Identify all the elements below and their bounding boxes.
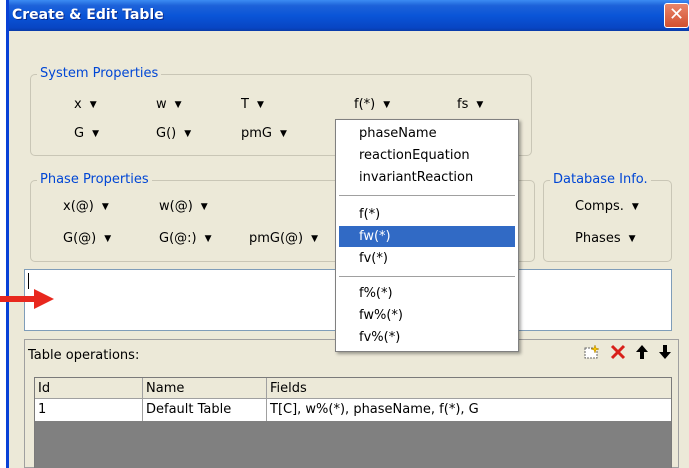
menu-item-fv[interactable]: fv(*) <box>339 248 515 269</box>
system-prop-T[interactable]: T ▼ <box>241 97 264 112</box>
prop-label: G() <box>156 126 177 141</box>
menu-item-f-percent[interactable]: f%(*) <box>339 283 515 304</box>
new-table-icon[interactable] <box>583 344 601 364</box>
prop-label: pmG(@) <box>249 231 304 246</box>
chevron-down-icon: ▼ <box>101 202 109 212</box>
chevron-down-icon: ▼ <box>476 100 484 110</box>
prop-label: pmG <box>241 126 272 141</box>
prop-label: Phases <box>575 231 621 246</box>
prop-label: fs <box>457 97 469 112</box>
close-button[interactable]: ✕ <box>664 3 689 28</box>
table-row[interactable]: 1 Default Table T[C], w%(*), phaseName, … <box>35 399 671 421</box>
system-prop-w[interactable]: w ▼ <box>156 97 182 112</box>
move-down-icon[interactable] <box>658 344 672 364</box>
table-operations-panel: Table operations: Id Name Fields 1 Defau… <box>24 339 679 468</box>
prop-label: Comps. <box>575 199 624 214</box>
row-fields: T[C], w%(*), phaseName, f(*), G <box>270 402 479 417</box>
phase-prop-x[interactable]: x(@) ▼ <box>63 199 109 214</box>
chevron-down-icon: ▼ <box>200 202 208 212</box>
phase-prop-w[interactable]: w(@) ▼ <box>159 199 208 214</box>
chevron-down-icon: ▼ <box>256 100 264 110</box>
prop-label: G <box>74 126 85 141</box>
phase-prop-G-colon[interactable]: G(@:) ▼ <box>159 231 212 246</box>
menu-item-fw[interactable]: fw(*) <box>339 226 515 247</box>
phase-properties-legend: Phase Properties <box>37 172 152 187</box>
phase-prop-G[interactable]: G(@) ▼ <box>63 231 111 246</box>
title-bar[interactable]: Create & Edit Table ✕ <box>9 0 689 31</box>
move-up-icon[interactable] <box>635 344 649 364</box>
window-title: Create & Edit Table <box>12 7 164 23</box>
system-prop-G[interactable]: G ▼ <box>74 126 99 141</box>
chevron-down-icon: ▼ <box>311 234 319 244</box>
database-comps[interactable]: Comps. ▼ <box>575 199 639 214</box>
chevron-down-icon: ▼ <box>628 234 636 244</box>
chevron-down-icon: ▼ <box>184 129 192 139</box>
chevron-down-icon: ▼ <box>383 100 391 110</box>
system-properties-legend: System Properties <box>37 66 162 81</box>
database-info-legend: Database Info. <box>550 172 651 187</box>
delete-icon[interactable] <box>610 344 626 364</box>
row-id: 1 <box>35 399 143 421</box>
phase-prop-pmG[interactable]: pmG(@) ▼ <box>249 231 318 246</box>
prop-label: w(@) <box>159 199 193 214</box>
menu-item-f[interactable]: f(*) <box>339 204 515 225</box>
prop-label: G(@:) <box>159 231 197 246</box>
column-header-name[interactable]: Name <box>143 378 267 398</box>
menu-separator <box>339 276 515 277</box>
menu-item-phasename[interactable]: phaseName <box>339 123 515 144</box>
system-prop-pmG[interactable]: pmG ▼ <box>241 126 287 141</box>
column-header-id[interactable]: Id <box>35 378 143 398</box>
system-prop-fs[interactable]: fs ▼ <box>457 97 483 112</box>
menu-item-fw-percent[interactable]: fw%(*) <box>339 305 515 326</box>
table-operations-label: Table operations: <box>28 348 140 363</box>
prop-label: x <box>74 97 82 112</box>
prop-label: f(*) <box>354 97 376 112</box>
table-header: Id Name Fields <box>35 378 671 399</box>
menu-item-reactionequation[interactable]: reactionEquation <box>339 145 515 166</box>
chevron-down-icon: ▼ <box>92 129 99 139</box>
property-dropdown-menu: phaseName reactionEquation invariantReac… <box>335 119 519 352</box>
column-header-fields[interactable]: Fields <box>267 378 671 398</box>
create-edit-table-window: Create & Edit Table ✕ System Properties … <box>6 0 689 468</box>
chevron-down-icon: ▼ <box>174 100 182 110</box>
menu-item-invariantreaction[interactable]: invariantReaction <box>339 167 515 188</box>
system-prop-f[interactable]: f(*) ▼ <box>354 97 390 112</box>
system-prop-G-paren[interactable]: G() ▼ <box>156 126 191 141</box>
system-prop-x[interactable]: x ▼ <box>74 97 97 112</box>
chevron-down-icon: ▼ <box>280 129 287 139</box>
chevron-down-icon: ▼ <box>631 202 639 212</box>
database-info-group: Database Info. <box>543 172 672 262</box>
row-name: Default Table <box>143 399 267 421</box>
chevron-down-icon: ▼ <box>89 100 97 110</box>
chevron-down-icon: ▼ <box>104 234 112 244</box>
prop-label: x(@) <box>63 199 94 214</box>
tables-list: Id Name Fields 1 Default Table T[C], w%(… <box>34 377 672 468</box>
red-arrow-icon <box>0 289 54 309</box>
menu-item-fv-percent[interactable]: fv%(*) <box>339 327 515 348</box>
prop-label: G(@) <box>63 231 97 246</box>
prop-label: w <box>156 97 167 112</box>
database-phases[interactable]: Phases ▼ <box>575 231 636 246</box>
chevron-down-icon: ▼ <box>204 234 212 244</box>
prop-label: T <box>241 97 249 112</box>
menu-separator <box>339 195 515 196</box>
table-operations-toolbar <box>583 344 672 364</box>
